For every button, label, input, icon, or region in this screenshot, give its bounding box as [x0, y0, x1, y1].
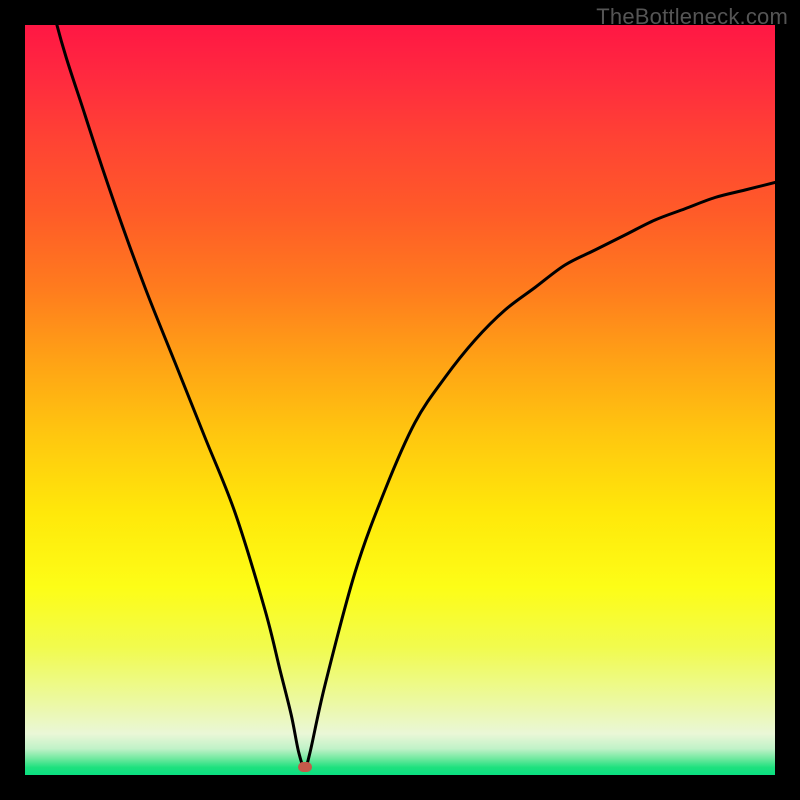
- watermark-text: TheBottleneck.com: [596, 4, 788, 30]
- plot-area: [25, 25, 775, 775]
- minimum-marker: [298, 762, 312, 772]
- chart-frame: TheBottleneck.com: [0, 0, 800, 800]
- bottleneck-curve: [25, 25, 775, 775]
